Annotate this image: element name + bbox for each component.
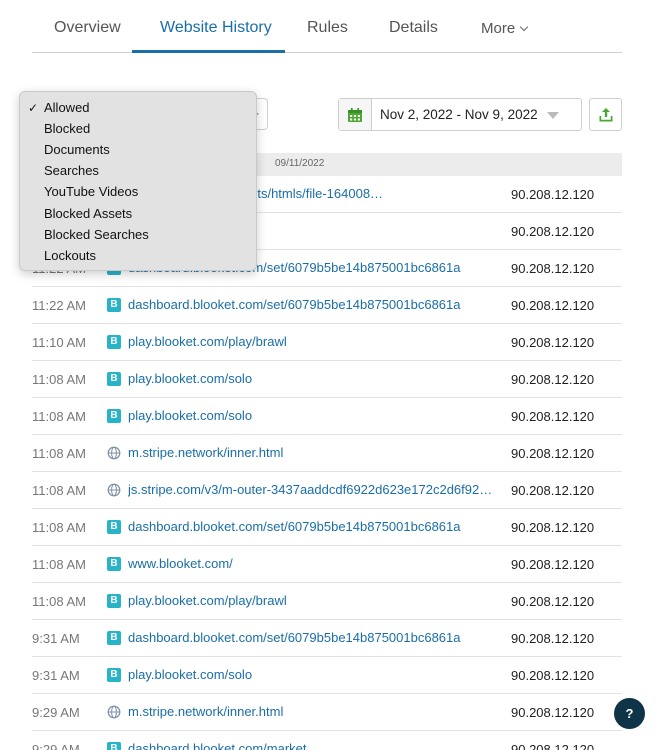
menu-item-blocked-assets[interactable]: Blocked Assets — [44, 206, 132, 221]
row-url-link[interactable]: play.blooket.com/solo — [128, 371, 500, 386]
table-row: 11:08 AM Bwww.blooket.com/90.208.12.120 — [32, 546, 622, 583]
table-row: 11:08 AM m.stripe.network/inner.html 90.20… — [32, 435, 622, 472]
row-ip-address: 90.208.12.120 — [511, 742, 595, 750]
row-time: 9:29 AM — [32, 705, 80, 720]
row-time: 11:08 AM — [32, 520, 86, 535]
tab-rules[interactable]: Rules — [307, 19, 348, 37]
table-row: 9:31 AM Bplay.blooket.com/solo 90.208.12.1… — [32, 657, 622, 694]
caret-down-icon — [547, 112, 559, 119]
export-button[interactable] — [589, 98, 622, 131]
blooket-favicon-icon: B — [107, 372, 121, 386]
blooket-favicon-icon: B — [107, 335, 121, 349]
blooket-favicon-icon: B — [107, 594, 121, 608]
row-url-link[interactable]: play.blooket.com/solo — [128, 408, 500, 423]
date-range-picker[interactable]: Nov 2, 2022 - Nov 9, 2022 — [338, 98, 582, 131]
filter-dropdown-menu: ✓ Allowed Blocked Documents Searches You… — [19, 91, 257, 271]
table-row: 9:29 AM Bdashboard.blooket.com/market 90.2… — [32, 731, 622, 750]
row-ip-address: 90.208.12.120 — [511, 224, 595, 239]
row-url-link[interactable]: js.stripe.com/v3/m-outer-3437aaddcdf6922… — [128, 482, 500, 497]
blooket-favicon-icon: B — [107, 557, 121, 571]
row-ip-address: 90.208.12.120 — [511, 446, 595, 461]
tab-bar: Overview Website History Rules Details M… — [32, 0, 622, 53]
menu-item-blocked[interactable]: Blocked — [44, 121, 90, 136]
date-range-value: Nov 2, 2022 - Nov 9, 2022 — [380, 107, 538, 122]
row-time: 11:08 AM — [32, 372, 86, 387]
row-time: 11:10 AM — [32, 335, 86, 350]
globe-icon — [107, 446, 121, 460]
menu-item-allowed[interactable]: Allowed — [44, 100, 90, 115]
row-url-link[interactable]: dashboard.blooket.com/set/6079b5be14b875… — [128, 519, 500, 534]
row-url-link[interactable]: m.stripe.network/inner.html — [128, 445, 500, 460]
row-url-link[interactable]: www.blooket.com/ — [128, 556, 500, 571]
table-row: 11:08 AM Bplay.blooket.com/solo 90.208.12.… — [32, 361, 622, 398]
table-row: 9:29 AM m.stripe.network/inner.html 90.208… — [32, 694, 622, 731]
menu-item-lockouts[interactable]: Lockouts — [44, 248, 96, 263]
row-ip-address: 90.208.12.120 — [511, 335, 595, 350]
row-ip-address: 90.208.12.120 — [511, 557, 595, 572]
table-row: 9:31 AM Bdashboard.blooket.com/set/6079b5… — [32, 620, 622, 657]
row-ip-address: 90.208.12.120 — [511, 261, 595, 276]
blooket-favicon-icon: B — [107, 298, 121, 312]
chevron-down-icon — [519, 22, 529, 32]
row-url-link[interactable]: play.blooket.com/play/brawl — [128, 334, 500, 349]
table-row: 11:08 AM js.stripe.com/v3/m-outer-3437aad… — [32, 472, 622, 509]
row-time: 11:08 AM — [32, 594, 86, 609]
row-url-link[interactable]: m.stripe.network/inner.html — [128, 704, 500, 719]
blooket-favicon-icon: B — [107, 520, 121, 534]
tab-details[interactable]: Details — [389, 19, 438, 37]
row-time: 11:08 AM — [32, 409, 86, 424]
row-url-link[interactable]: play.blooket.com/play/brawl — [128, 593, 500, 608]
row-ip-address: 90.208.12.120 — [511, 372, 595, 387]
row-time: 9:31 AM — [32, 668, 80, 683]
row-ip-address: 90.208.12.120 — [511, 705, 595, 720]
blooket-favicon-icon: B — [107, 668, 121, 682]
row-url-link[interactable]: dashboard.blooket.com/market — [128, 741, 500, 750]
row-ip-address: 90.208.12.120 — [511, 187, 595, 202]
help-button[interactable]: ? — [614, 698, 645, 729]
row-time: 11:08 AM — [32, 483, 86, 498]
active-tab-indicator — [132, 50, 285, 53]
row-ip-address: 90.208.12.120 — [511, 483, 595, 498]
blooket-favicon-icon: B — [107, 742, 121, 750]
menu-item-documents[interactable]: Documents — [44, 142, 110, 157]
row-ip-address: 90.208.12.120 — [511, 594, 595, 609]
row-ip-address: 90.208.12.120 — [511, 298, 595, 313]
checkmark-icon: ✓ — [28, 101, 39, 115]
table-row: 11:08 AM Bplay.blooket.com/solo 90.208.12.… — [32, 398, 622, 435]
tab-more-label: More — [481, 20, 516, 37]
table-row: 11:08 AM Bplay.blooket.com/play/brawl 90.2… — [32, 583, 622, 620]
row-time: 11:08 AM — [32, 557, 86, 572]
row-time: 9:31 AM — [32, 631, 80, 646]
row-url-link[interactable]: play.blooket.com/solo — [128, 667, 500, 682]
table-row: 11:10 AM Bplay.blooket.com/play/brawl 90.2… — [32, 324, 622, 361]
globe-icon — [107, 705, 121, 719]
tab-website-history[interactable]: Website History — [160, 19, 272, 37]
table-row: 11:22 AM Bdashboard.blooket.com/set/6079b… — [32, 287, 622, 324]
menu-item-searches[interactable]: Searches — [44, 163, 99, 178]
row-time: 11:08 AM — [32, 446, 86, 461]
row-url-link[interactable]: dashboard.blooket.com/set/6079b5be14b875… — [128, 297, 500, 312]
globe-icon — [107, 483, 121, 497]
table-row: 11:08 AM Bdashboard.blooket.com/set/6079b… — [32, 509, 622, 546]
blooket-favicon-icon: B — [107, 631, 121, 645]
menu-item-youtube-videos[interactable]: YouTube Videos — [44, 184, 138, 199]
row-ip-address: 90.208.12.120 — [511, 631, 595, 646]
tab-overview[interactable]: Overview — [54, 19, 121, 37]
date-group-label: 09/11/2022 — [275, 158, 325, 169]
tab-more[interactable]: More — [481, 20, 529, 37]
calendar-icon[interactable] — [339, 99, 372, 130]
row-ip-address: 90.208.12.120 — [511, 409, 595, 424]
blooket-favicon-icon: B — [107, 409, 121, 423]
menu-item-blocked-searches[interactable]: Blocked Searches — [44, 227, 149, 242]
row-time: 11:22 AM — [32, 298, 86, 313]
row-url-link[interactable]: dashboard.blooket.com/set/6079b5be14b875… — [128, 630, 500, 645]
row-ip-address: 90.208.12.120 — [511, 520, 595, 535]
row-time: 9:29 AM — [32, 742, 80, 750]
export-icon — [599, 107, 612, 121]
row-ip-address: 90.208.12.120 — [511, 668, 595, 683]
